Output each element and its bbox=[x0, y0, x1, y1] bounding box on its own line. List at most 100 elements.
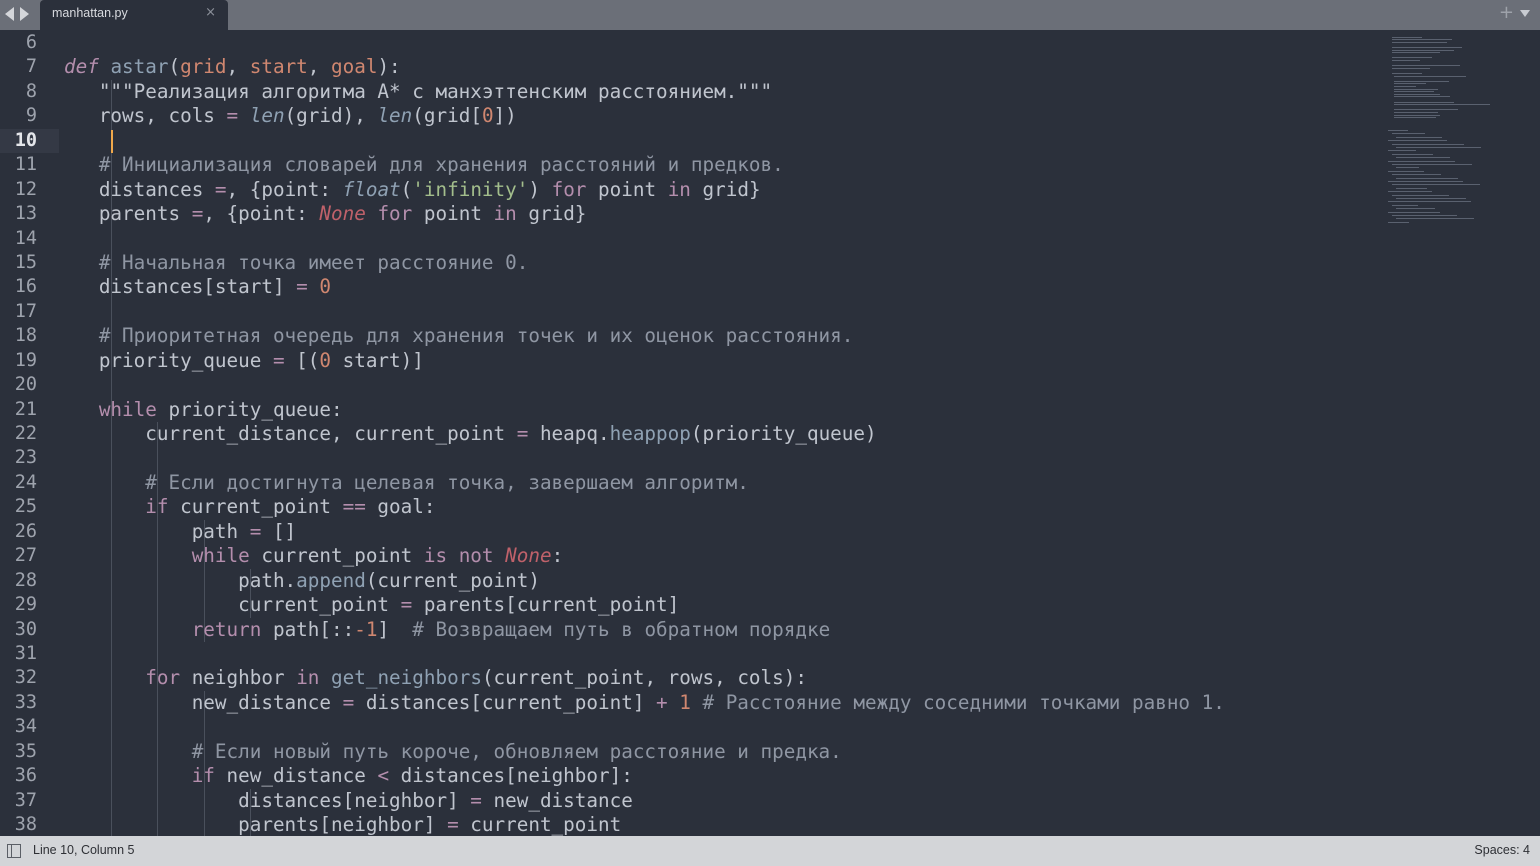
code-token: is bbox=[423, 544, 448, 568]
plus-icon[interactable]: + bbox=[1499, 3, 1514, 23]
code-line[interactable]: 33 new_distance = distances[current_poin… bbox=[0, 690, 1380, 716]
code-token: None bbox=[505, 544, 552, 568]
code-line[interactable]: 7 def astar(grid, start, goal): bbox=[0, 55, 1380, 79]
code-line[interactable]: 38 parents[neighbor] = current_point bbox=[0, 813, 1380, 836]
code-token: in bbox=[493, 202, 517, 226]
code-line[interactable]: 36 if new_distance < distances[neighbor]… bbox=[0, 764, 1380, 789]
code-token: : bbox=[551, 544, 564, 568]
code-token: None bbox=[319, 202, 366, 226]
code-text: if new_distance < distances[neighbor]: bbox=[64, 764, 633, 788]
code-line[interactable]: 26 path = [] bbox=[0, 519, 1380, 545]
minimap-line bbox=[1392, 184, 1480, 186]
code-text: # Если достигнута целевая точка, заверша… bbox=[64, 471, 749, 495]
code-text: path = [] bbox=[64, 520, 296, 544]
code-token: path[:: bbox=[261, 617, 355, 641]
back-arrow-icon[interactable] bbox=[5, 7, 14, 21]
code-line[interactable]: 31 bbox=[0, 641, 1380, 667]
code-line[interactable]: 9 rows, cols = len(grid), len(grid[0]) bbox=[0, 104, 1380, 129]
code-token: new_distance bbox=[214, 764, 378, 788]
code-token: parents[neighbor] bbox=[64, 813, 448, 836]
line-number: 7 bbox=[25, 56, 37, 78]
code-token: , bbox=[226, 55, 250, 79]
code-token: = bbox=[191, 202, 204, 226]
code-text: current_point = parents[current_point] bbox=[64, 593, 679, 617]
code-token: # Если достигнута целевая точка, заверша… bbox=[145, 470, 749, 494]
minimap-line bbox=[1392, 39, 1452, 41]
code-token: append bbox=[296, 568, 366, 592]
minimap-line bbox=[1394, 112, 1438, 113]
code-token: = bbox=[249, 519, 262, 543]
tab-manhattan-py[interactable]: manhattan.py × bbox=[40, 0, 228, 30]
code-area[interactable]: 6 7 def astar(grid, start, goal): 8 """Реал… bbox=[0, 31, 1380, 836]
chevron-down-icon[interactable] bbox=[1520, 10, 1530, 17]
minimap-line bbox=[1392, 65, 1460, 67]
code-token: new_distance bbox=[64, 690, 343, 714]
code-line[interactable]: 13 parents =, {point: None for point in … bbox=[0, 202, 1380, 227]
minimap-line bbox=[1388, 211, 1440, 213]
code-line[interactable]: 27 while current_point is not None: bbox=[0, 544, 1380, 569]
code-line[interactable]: 37 distances[neighbor] = new_distance bbox=[0, 788, 1380, 813]
code-token: in bbox=[296, 666, 320, 690]
code-line[interactable]: 32 for neighbor in get_neighbors(current… bbox=[0, 666, 1380, 691]
code-token: 1 bbox=[679, 690, 691, 714]
code-token: 0 bbox=[481, 104, 494, 128]
code-text: new_distance = distances[current_point] … bbox=[64, 691, 1225, 715]
code-token: current_distance, current_point bbox=[64, 422, 517, 445]
code-token: (current_point, rows, cols): bbox=[481, 666, 807, 690]
code-text: for neighbor in get_neighbors(current_po… bbox=[64, 666, 807, 690]
indentation-setting[interactable]: Spaces: 4 bbox=[1474, 843, 1530, 857]
code-token: # Возвращаем путь в обратном порядке bbox=[412, 617, 831, 641]
code-line[interactable]: 20 bbox=[0, 373, 1380, 398]
line-number: 14 bbox=[14, 227, 37, 249]
code-line[interactable]: 22 current_distance, current_point = hea… bbox=[0, 422, 1380, 447]
code-text: while current_point is not None: bbox=[64, 544, 563, 568]
code-line[interactable]: 8 """Реализация алгоритма A* с манхэттен… bbox=[0, 79, 1380, 105]
code-line[interactable]: 19 priority_queue = [(0 start)] bbox=[0, 348, 1380, 374]
line-number: 29 bbox=[14, 594, 37, 616]
minimap-line bbox=[1392, 49, 1454, 51]
code-line[interactable]: 12 distances =, {point: float('infinity'… bbox=[0, 177, 1380, 203]
minimap-line bbox=[1392, 194, 1449, 196]
code-token: distances[start] bbox=[64, 275, 297, 299]
cursor-position[interactable]: Line 10, Column 5 bbox=[33, 843, 134, 857]
code-line[interactable]: 11 # Инициализация словарей для хранения… bbox=[0, 153, 1380, 178]
code-token: # Расстояние между соседними точками рав… bbox=[702, 690, 1225, 714]
code-line[interactable]: 25 if current_point == goal: bbox=[0, 495, 1380, 520]
code-token: current_point bbox=[249, 544, 424, 568]
code-line[interactable]: 24 # Если достигнута целевая точка, заве… bbox=[0, 470, 1380, 496]
code-token: ]) bbox=[493, 104, 517, 128]
code-line[interactable]: 6 bbox=[0, 31, 1380, 55]
code-line[interactable]: 23 bbox=[0, 446, 1380, 471]
code-line[interactable]: 34 bbox=[0, 715, 1380, 740]
panel-toggle-icon[interactable] bbox=[7, 844, 21, 858]
code-line[interactable]: 35 # Если новый путь короче, обновляем р… bbox=[0, 739, 1380, 765]
code-line[interactable]: 15 # Начальная точка имеет расстояние 0. bbox=[0, 250, 1380, 276]
close-icon[interactable]: × bbox=[205, 5, 216, 20]
minimap[interactable] bbox=[1380, 30, 1540, 836]
code-token: current_point bbox=[458, 813, 622, 836]
code-line[interactable]: 16 distances[start] = 0 bbox=[0, 275, 1380, 300]
code-token: = bbox=[447, 813, 459, 836]
code-token: distances[current_point] bbox=[354, 690, 657, 714]
code-line[interactable]: 21 while priority_queue: bbox=[0, 397, 1380, 422]
line-number: 25 bbox=[14, 496, 37, 518]
indent-guide bbox=[157, 715, 159, 740]
code-token: point bbox=[586, 177, 668, 201]
code-line[interactable]: 18 # Приоритетная очередь для хранения т… bbox=[0, 324, 1380, 349]
code-text: # Начальная точка имеет расстояние 0. bbox=[64, 251, 529, 275]
code-line[interactable]: 29 current_point = parents[current_point… bbox=[0, 593, 1380, 618]
code-line[interactable]: 28 path.append(current_point) bbox=[0, 568, 1380, 594]
line-number: 20 bbox=[14, 374, 37, 396]
code-token: (grid[ bbox=[412, 104, 482, 128]
code-line[interactable]: 17 bbox=[0, 299, 1380, 325]
code-line[interactable]: 30 return path[::-1] # Возвращаем путь в… bbox=[0, 617, 1380, 642]
line-number: 6 bbox=[25, 32, 37, 53]
code-line[interactable]: 10 bbox=[0, 128, 1380, 154]
code-line[interactable]: 14 bbox=[0, 226, 1380, 251]
code-editor[interactable]: 6 7 def astar(grid, start, goal): 8 """Реал… bbox=[0, 30, 1540, 836]
forward-arrow-icon[interactable] bbox=[20, 7, 29, 21]
code-text: distances[start] = 0 bbox=[64, 275, 331, 299]
